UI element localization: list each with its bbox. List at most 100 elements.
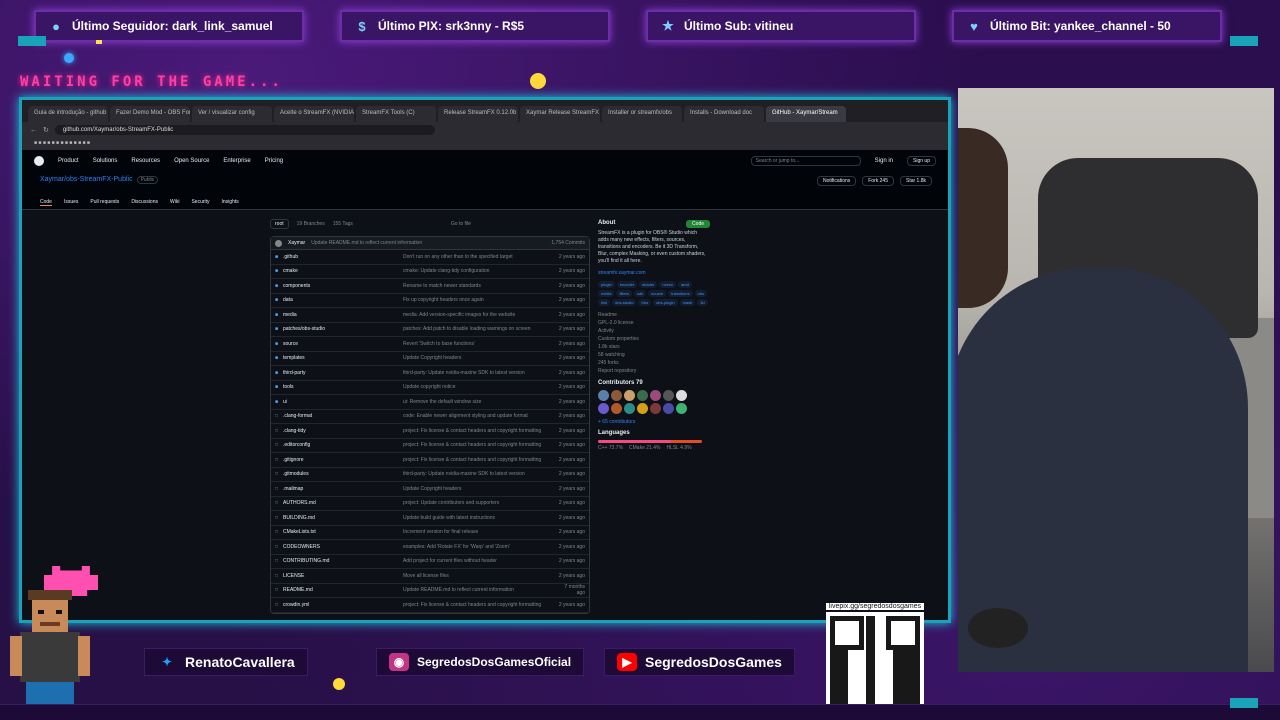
topic-tag[interactable]: nvenc: [659, 281, 677, 288]
file-row[interactable]: ■ tools Update copyright notice 2 years ago: [271, 381, 589, 395]
branches-link[interactable]: 19 Branches: [297, 221, 325, 227]
file-commit-message[interactable]: third-party: Update nvidia-maxine SDK to…: [403, 471, 555, 477]
fork-button[interactable]: Fork 245: [862, 176, 894, 186]
avatar[interactable]: [650, 403, 661, 414]
file-commit-message[interactable]: examples: Add 'Rotate FX' for 'Warp' and…: [403, 544, 555, 550]
file-row[interactable]: □ crowdin.yml project: Fix license & conta…: [271, 598, 589, 613]
file-commit-message[interactable]: project: Fix license & contact headers a…: [403, 602, 555, 608]
file-row[interactable]: □ CODEOWNERS examples: Add 'Rotate FX' for…: [271, 540, 589, 555]
about-meta-item[interactable]: Report repository: [598, 368, 708, 374]
file-name[interactable]: crowdin.yml: [283, 602, 403, 608]
file-row[interactable]: ■ components Rename to match newer standar…: [271, 279, 589, 294]
file-name[interactable]: .clang-tidy: [283, 428, 403, 434]
topic-tag[interactable]: obs-studio: [612, 299, 637, 306]
file-name[interactable]: .mailmap: [283, 486, 403, 492]
file-commit-message[interactable]: code: Enable newer alignment styling and…: [403, 413, 555, 419]
file-commit-message[interactable]: Rename to match newer standards: [403, 283, 555, 289]
topic-tag[interactable]: filters: [616, 290, 633, 297]
avatar[interactable]: [624, 390, 635, 401]
file-row[interactable]: □ BUILDING.md Update build guide with late…: [271, 511, 589, 526]
notifications-button[interactable]: Notifications: [817, 176, 857, 186]
file-commit-message[interactable]: ui: Remove the default window size: [403, 399, 555, 405]
topic-tag[interactable]: encoder: [616, 281, 638, 288]
file-row[interactable]: ■ source Revert 'Switch to base functions'…: [271, 337, 589, 352]
tab-insights[interactable]: Insights: [222, 199, 239, 206]
file-name[interactable]: .gitignore: [283, 457, 403, 463]
file-name[interactable]: .clang-format: [283, 413, 403, 419]
file-commit-message[interactable]: third-party: Update nvidia-maxine SDK to…: [403, 370, 555, 376]
file-commit-message[interactable]: Increment version for final release: [403, 529, 555, 535]
star-button[interactable]: Star 1.8k: [899, 176, 932, 186]
file-name[interactable]: .github: [283, 254, 403, 260]
tab-issues[interactable]: Issues: [64, 199, 78, 206]
avatar[interactable]: [637, 403, 648, 414]
file-row[interactable]: □ .clang-tidy project: Fix license & conta…: [271, 424, 589, 439]
repo-name-link[interactable]: Xaymar/obs-StreamFX-Public: [40, 176, 133, 183]
avatar[interactable]: [611, 403, 622, 414]
file-commit-message[interactable]: Fix up copyright headers once again: [403, 297, 555, 303]
topic-tag[interactable]: sdk: [634, 290, 647, 297]
file-commit-message[interactable]: project: Update contributors and support…: [403, 500, 555, 506]
browser-tab[interactable]: Release StreamFX 0.12.0b: [438, 106, 518, 122]
file-name[interactable]: ui: [283, 399, 403, 405]
avatar[interactable]: [676, 390, 687, 401]
about-meta-item[interactable]: 58 watching: [598, 352, 708, 358]
tab-code[interactable]: Code: [40, 199, 52, 206]
file-name[interactable]: CODEOWNERS: [283, 544, 403, 550]
browser-tab[interactable]: Ver / visualizar config: [192, 106, 272, 122]
file-row[interactable]: ■ data Fix up copyright headers once again…: [271, 294, 589, 308]
github-logo-icon[interactable]: [34, 156, 44, 166]
go-to-file-input[interactable]: Go to file: [451, 221, 471, 227]
topic-tag[interactable]: transitions: [668, 290, 693, 297]
about-meta-item[interactable]: GPL-2.0 license: [598, 320, 708, 326]
about-meta-item[interactable]: Activity: [598, 328, 708, 334]
avatar[interactable]: [663, 403, 674, 414]
branch-selector[interactable]: root: [270, 219, 289, 229]
file-commit-message[interactable]: media: Add version-specific images for t…: [403, 312, 555, 318]
file-row[interactable]: ■ ui ui: Remove the default window size 2 y…: [271, 395, 589, 410]
tab-security[interactable]: Security: [191, 199, 209, 206]
sign-up-button[interactable]: Sign up: [907, 156, 936, 166]
file-name[interactable]: CONTRIBUTING.md: [283, 558, 403, 564]
reload-icon[interactable]: ↻: [43, 126, 49, 134]
sign-in-link[interactable]: Sign in: [875, 158, 893, 164]
file-row[interactable]: □ .gitignore project: Fix license & contac…: [271, 453, 589, 468]
about-meta-item[interactable]: 1.8k stars: [598, 344, 708, 350]
nav-resources[interactable]: Resources: [131, 158, 160, 164]
topic-tag[interactable]: nvidia: [598, 290, 615, 297]
file-name[interactable]: cmake: [283, 268, 403, 274]
file-row[interactable]: □ CONTRIBUTING.md Add project for current …: [271, 555, 589, 569]
file-commit-message[interactable]: project: Fix license & contact headers a…: [403, 457, 555, 463]
tags-link[interactable]: 155 Tags: [333, 221, 353, 227]
file-row[interactable]: ■ patches/obs-studio patches: Add patch to…: [271, 323, 589, 337]
file-commit-message[interactable]: Don't run on any other than to the speci…: [403, 254, 555, 260]
browser-tab[interactable]: Installs - Download doc: [684, 106, 764, 122]
file-name[interactable]: templates: [283, 355, 403, 361]
file-row[interactable]: □ .gitmodules third-party: Update nvidia-m…: [271, 468, 589, 482]
file-name[interactable]: components: [283, 283, 403, 289]
file-commit-message[interactable]: project: Fix license & contact headers a…: [403, 428, 555, 434]
topic-tag[interactable]: shader: [639, 281, 658, 288]
commit-message[interactable]: Update README.md to reflect current info…: [311, 240, 422, 246]
file-name[interactable]: .editorconfig: [283, 442, 403, 448]
file-name[interactable]: source: [283, 341, 403, 347]
file-name[interactable]: patches/obs-studio: [283, 326, 403, 332]
avatar[interactable]: [637, 390, 648, 401]
avatar[interactable]: [650, 390, 661, 401]
file-name[interactable]: .gitmodules: [283, 471, 403, 477]
url-input[interactable]: github.com/Xaymar/obs-StreamFX-Public: [54, 125, 435, 135]
topic-tag[interactable]: obs-plugin: [653, 299, 678, 306]
browser-tab[interactable]: StreamFX Tools (C): [356, 106, 436, 122]
file-row[interactable]: □ README.md Update README.md to reflect cu…: [271, 584, 589, 598]
file-name[interactable]: media: [283, 312, 403, 318]
file-row[interactable]: □ LICENSE Move all license files 2 years ag…: [271, 569, 589, 584]
file-commit-message[interactable]: Move all license files: [403, 573, 555, 579]
contributors-more-link[interactable]: + 65 contributors: [598, 419, 708, 425]
topic-tag[interactable]: source: [648, 290, 667, 297]
file-name[interactable]: BUILDING.md: [283, 515, 403, 521]
file-commit-message[interactable]: cmake: Update clang-tidy configuration: [403, 268, 555, 274]
file-commit-message[interactable]: patches: Add patch to disable loading wa…: [403, 326, 555, 332]
browser-tab[interactable]: Fazer Demo Mod - OBS Forums: [110, 106, 190, 122]
file-name[interactable]: data: [283, 297, 403, 303]
file-commit-message[interactable]: Revert 'Switch to base functions': [403, 341, 555, 347]
